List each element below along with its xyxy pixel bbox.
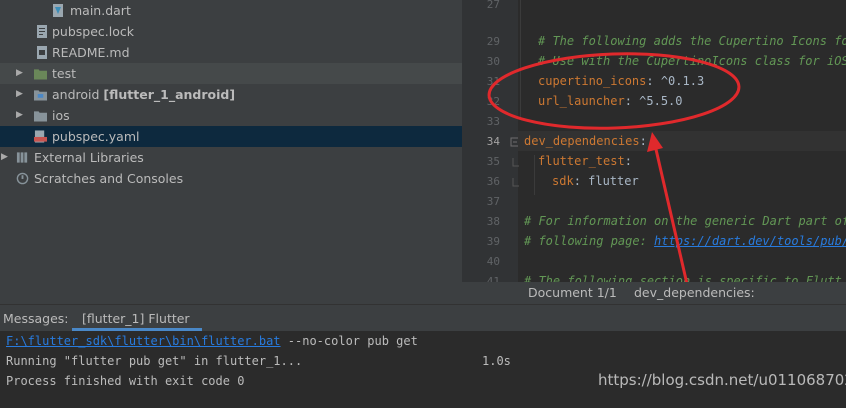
annotation-ellipse	[487, 52, 741, 130]
tree-item-external-libraries[interactable]: ▶ External Libraries	[0, 147, 462, 168]
scratches-icon	[16, 172, 29, 185]
console-line-running: Running "flutter pub get" in flutter_1..…	[6, 354, 303, 368]
tree-item-label: Scratches and Consoles	[34, 171, 184, 186]
flutter-bat-link[interactable]: F:\flutter_sdk\flutter\bin\flutter.bat	[6, 334, 281, 348]
tree-item-label: test	[52, 66, 77, 81]
chevron-right-icon[interactable]: ▶	[1, 147, 8, 168]
command-args: --no-color pub get	[280, 334, 418, 348]
tree-item-main-dart[interactable]: main.dart	[0, 0, 462, 21]
module-folder-icon	[34, 90, 47, 101]
chevron-right-icon[interactable]: ▶	[16, 84, 23, 105]
tree-item-label: README.md	[52, 45, 130, 60]
tree-item-readme[interactable]: README.md	[0, 42, 462, 63]
editor-breadcrumb-bar: Document 1/1 dev_dependencies:	[462, 282, 846, 304]
markdown-file-icon	[37, 46, 47, 59]
tab-flutter-messages[interactable]: [flutter_1] Flutter	[82, 311, 190, 326]
tree-item-label: pubspec.lock	[52, 24, 135, 39]
console-line-exit: Process finished with exit code 0	[6, 374, 245, 388]
watermark: https://blog.csdn.net/u011068702	[598, 371, 846, 389]
tree-item-pubspec-lock[interactable]: pubspec.lock	[0, 21, 462, 42]
dart-file-icon	[53, 4, 63, 17]
annotation-arrow	[653, 144, 689, 282]
chevron-right-icon[interactable]: ▶	[16, 63, 23, 84]
file-icon	[37, 25, 47, 38]
project-sidebar: main.dart pubspec.lock README.md ▶ test …	[0, 0, 462, 304]
messages-tool-window-header: Messages: [flutter_1] Flutter	[0, 304, 846, 332]
tree-item-label: pubspec.yaml	[52, 129, 140, 144]
annotation-overlay	[487, 52, 741, 282]
tree-item-test[interactable]: ▶ test	[0, 63, 462, 84]
console-output[interactable]: F:\flutter_sdk\flutter\bin\flutter.bat -…	[0, 331, 846, 408]
tree-item-pubspec-yaml[interactable]: pubspec.yaml	[0, 126, 462, 147]
code-editor[interactable]: 27 29 30 31 32 33 34 35 36 37 38 39 40 4…	[462, 0, 846, 282]
breadcrumb[interactable]: dev_dependencies:	[634, 285, 755, 300]
document-indicator[interactable]: Document 1/1	[528, 285, 617, 300]
tree-item-android[interactable]: ▶ android [flutter_1_android]	[0, 84, 462, 105]
tree-item-scratches[interactable]: Scratches and Consoles	[0, 168, 462, 189]
tree-item-ios[interactable]: ▶ ios	[0, 105, 462, 126]
tree-item-label: android	[52, 87, 100, 102]
console-line-command: F:\flutter_sdk\flutter\bin\flutter.bat -…	[6, 334, 418, 348]
tree-item-label: ios	[52, 108, 70, 123]
tree-item-label: External Libraries	[34, 150, 144, 165]
messages-label: Messages:	[3, 311, 69, 326]
chevron-right-icon[interactable]: ▶	[16, 105, 23, 126]
annotation-arrowhead	[647, 132, 663, 152]
tree-item-label-group: android [flutter_1_android]	[52, 84, 235, 105]
yaml-file-icon	[34, 130, 47, 143]
folder-icon	[34, 111, 47, 122]
test-folder-icon	[34, 69, 47, 80]
tree-item-label: main.dart	[70, 3, 131, 18]
module-name: [flutter_1_android]	[103, 87, 236, 102]
console-elapsed-time: 1.0s	[482, 354, 511, 368]
library-icon	[16, 152, 28, 163]
